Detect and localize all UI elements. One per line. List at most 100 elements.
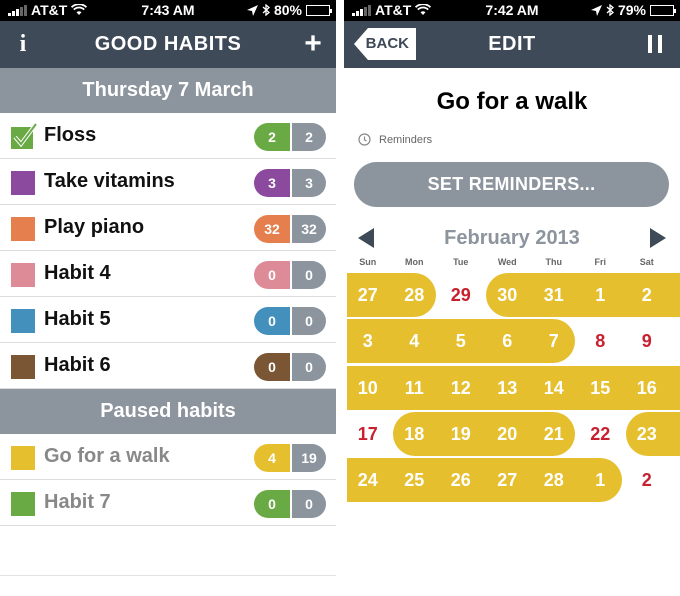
battery-icon xyxy=(306,4,332,16)
calendar-day[interactable]: 16 xyxy=(624,366,671,410)
add-habit-button[interactable]: + xyxy=(298,29,328,59)
calendar-day[interactable]: 21 xyxy=(531,412,578,456)
bluetooth-icon xyxy=(262,4,270,16)
bluetooth-icon xyxy=(606,4,614,16)
calendar-day[interactable]: 28 xyxy=(391,273,438,317)
best-streak: 0 xyxy=(290,261,326,289)
habit-color-swatch[interactable] xyxy=(11,492,35,516)
paused-habit-row[interactable]: Go for a walk 4 19 xyxy=(0,434,336,480)
habit-name: Habit 6 xyxy=(44,354,111,376)
streak-badge: 32 32 xyxy=(254,215,326,243)
battery-percent: 79% xyxy=(617,2,646,18)
streak-badge: 00 xyxy=(254,490,326,518)
calendar-month: February 2013 xyxy=(444,227,580,249)
weekday-label: Sun xyxy=(359,257,377,267)
calendar-header: February 2013 xyxy=(344,225,680,251)
calendar-day[interactable]: 11 xyxy=(391,366,438,410)
weekday-label: Fri xyxy=(594,257,606,267)
clock-icon xyxy=(358,133,371,146)
calendar-day[interactable]: 24 xyxy=(345,458,392,502)
calendar-day[interactable]: 27 xyxy=(345,273,392,317)
calendar-day[interactable]: 19 xyxy=(438,412,485,456)
current-streak: 0 xyxy=(254,490,290,518)
next-month-button[interactable] xyxy=(650,228,666,248)
best-streak: 0 xyxy=(290,490,326,518)
checkmark-icon[interactable] xyxy=(9,121,39,151)
calendar-day[interactable]: 1 xyxy=(577,458,624,502)
calendar-day[interactable]: 17 xyxy=(345,412,392,456)
calendar-day[interactable]: 3 xyxy=(345,319,392,363)
habit-row[interactable]: Take vitamins 3 3 xyxy=(0,159,336,205)
reminders-label: Reminders xyxy=(379,133,433,146)
calendar-day[interactable]: 30 xyxy=(484,273,531,317)
status-bar: AT&T 7:42 AM 79% xyxy=(344,0,680,21)
calendar-day[interactable]: 26 xyxy=(438,458,485,502)
habit-color-swatch[interactable] xyxy=(11,309,35,333)
habit-color-swatch[interactable] xyxy=(11,263,35,287)
paused-habit-row[interactable]: Habit 7 00 xyxy=(0,480,336,526)
calendar-day[interactable]: 2 xyxy=(624,458,671,502)
streak-badge: 4 19 xyxy=(254,444,326,472)
streak-badge: 22 xyxy=(254,123,326,151)
calendar-day[interactable]: 4 xyxy=(391,319,438,363)
weekday-label: Wed xyxy=(497,257,517,267)
pause-habit-button[interactable] xyxy=(648,35,662,53)
calendar-day[interactable]: 14 xyxy=(531,366,578,410)
habit-list: Floss 2 2 Take vitamins 3 3 Play piano 32 32 Habi… xyxy=(0,113,336,389)
current-streak: 0 xyxy=(254,307,290,335)
habit-color-swatch[interactable] xyxy=(11,355,35,379)
calendar-day[interactable]: 13 xyxy=(484,366,531,410)
best-streak: 19 xyxy=(290,444,326,472)
streak-badge: 00 xyxy=(254,307,326,335)
habit-row[interactable]: Floss 2 2 xyxy=(0,113,336,159)
habit-row[interactable]: Habit 5 00 xyxy=(0,297,336,343)
calendar-day[interactable]: 18 xyxy=(391,412,438,456)
calendar-day[interactable]: 10 xyxy=(345,366,392,410)
calendar-day[interactable]: 15 xyxy=(577,366,624,410)
calendar-day[interactable]: 29 xyxy=(438,273,485,317)
nav-title: GOOD HABITS xyxy=(94,33,242,55)
habit-color-swatch[interactable] xyxy=(11,446,35,470)
streak-badge: 33 xyxy=(254,169,326,197)
divider xyxy=(0,575,336,576)
streak-badge: 00 xyxy=(254,353,326,381)
habit-name: Habit 7 xyxy=(44,491,111,513)
calendar-day[interactable]: 28 xyxy=(531,458,578,502)
calendar-day[interactable]: 23 xyxy=(624,412,671,456)
calendar-day[interactable]: 9 xyxy=(624,319,671,363)
calendar-day[interactable]: 8 xyxy=(577,319,624,363)
best-streak: 3 xyxy=(290,169,326,197)
calendar-day[interactable]: 22 xyxy=(577,412,624,456)
set-reminders-button[interactable]: SET REMINDERS... xyxy=(354,162,669,207)
calendar-day[interactable]: 6 xyxy=(484,319,531,363)
calendar-day[interactable]: 7 xyxy=(531,319,578,363)
habit-row[interactable]: Habit 4 00 xyxy=(0,251,336,297)
habits-list-screen: AT&T 7:43 AM 80% i GOOD HABITS + Thursda… xyxy=(0,0,336,596)
date-header: Thursday 7 March xyxy=(0,68,336,113)
weekday-row: Sun Mon Tue Wed Thu Fri Sat xyxy=(344,257,680,271)
current-streak: 0 xyxy=(254,261,290,289)
best-streak: 0 xyxy=(290,353,326,381)
streak-badge: 00 xyxy=(254,261,326,289)
current-streak: 3 xyxy=(254,169,290,197)
habit-row[interactable]: Play piano 32 32 xyxy=(0,205,336,251)
calendar-day[interactable]: 27 xyxy=(484,458,531,502)
status-right-group: 80% xyxy=(246,2,332,18)
weekday-label: Sat xyxy=(639,257,654,267)
pause-icon xyxy=(658,35,662,53)
calendar-day[interactable]: 12 xyxy=(438,366,485,410)
best-streak: 32 xyxy=(290,215,326,243)
calendar-day[interactable]: 5 xyxy=(438,319,485,363)
calendar-day[interactable]: 25 xyxy=(391,458,438,502)
habit-name: Habit 4 xyxy=(44,262,111,284)
habit-color-swatch[interactable] xyxy=(11,171,35,195)
calendar-day[interactable]: 20 xyxy=(484,412,531,456)
habit-row[interactable]: Habit 6 00 xyxy=(0,343,336,389)
habit-color-swatch[interactable] xyxy=(11,217,35,241)
status-right-group: 79% xyxy=(590,2,676,18)
calendar-day[interactable]: 1 xyxy=(577,273,624,317)
calendar-day[interactable]: 2 xyxy=(624,273,671,317)
current-streak: 32 xyxy=(254,215,290,243)
paused-habit-list: Go for a walk 4 19 Habit 7 00 xyxy=(0,434,336,526)
calendar-day[interactable]: 31 xyxy=(531,273,578,317)
